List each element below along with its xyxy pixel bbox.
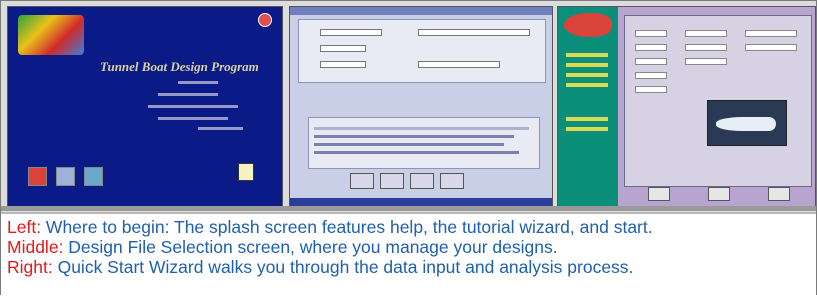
splash-text-line: [148, 105, 238, 108]
sidebar-text-line: [566, 83, 608, 87]
caption-middle: Middle: Design File Selection screen, wh…: [7, 237, 558, 257]
caption-area: Left: Where to begin: The splash screen …: [1, 212, 816, 296]
input-field[interactable]: [635, 72, 667, 79]
wizard-form: [624, 15, 812, 187]
help-button[interactable]: [28, 167, 47, 186]
text-field[interactable]: [320, 61, 366, 68]
input-field[interactable]: [685, 44, 727, 51]
boat-image: [707, 100, 787, 146]
boat-shape: [716, 117, 776, 131]
splash-text-line: [178, 81, 218, 84]
wizard-sidebar: [558, 7, 618, 206]
caption-text: Quick Start Wizard walks you through the…: [52, 257, 634, 277]
input-field[interactable]: [635, 44, 667, 51]
caption-key: Right:: [7, 257, 53, 277]
list-header: [314, 127, 529, 130]
taskbar: [290, 198, 552, 206]
program-logo: [18, 15, 84, 55]
sidebar-text-line: [566, 63, 608, 67]
finish-button[interactable]: [768, 187, 790, 201]
figure-frame: Tunnel Boat Design Program Left: Where t…: [0, 0, 817, 296]
caption-key: Left:: [7, 217, 42, 237]
text-field[interactable]: [320, 45, 366, 52]
caption-separator: [1, 206, 816, 211]
caption-key: Middle:: [7, 237, 64, 257]
toolbar-button[interactable]: [350, 173, 374, 189]
quick-start-wizard-thumbnail[interactable]: [557, 6, 816, 207]
toolbar-button[interactable]: [380, 173, 404, 189]
fish-logo-icon: [564, 13, 612, 37]
input-field[interactable]: [745, 30, 797, 37]
sidebar-text-line: [566, 53, 608, 57]
tutorial-wizard-button[interactable]: [56, 167, 75, 186]
design-file-selection-thumbnail[interactable]: [289, 6, 553, 207]
window-title-bar: [290, 7, 552, 15]
toolbar-button[interactable]: [440, 173, 464, 189]
caption-right: Right: Quick Start Wizard walks you thro…: [7, 257, 633, 277]
back-button[interactable]: [648, 187, 670, 201]
caption-left: Left: Where to begin: The splash screen …: [7, 217, 653, 237]
text-field[interactable]: [418, 61, 500, 68]
caption-text: Where to begin: The splash screen featur…: [41, 217, 653, 237]
toolbar-button[interactable]: [410, 173, 434, 189]
start-button[interactable]: [84, 167, 103, 186]
input-field[interactable]: [635, 58, 667, 65]
list-item[interactable]: [314, 143, 504, 146]
input-field[interactable]: [685, 58, 727, 65]
list-item[interactable]: [314, 151, 519, 154]
splash-screen-thumbnail[interactable]: Tunnel Boat Design Program: [7, 6, 283, 207]
input-field[interactable]: [745, 44, 797, 51]
text-field[interactable]: [418, 29, 530, 36]
splash-text-line: [198, 127, 243, 130]
printer-icon: [238, 163, 254, 181]
input-field[interactable]: [635, 30, 667, 37]
splash-text-line: [158, 93, 218, 96]
sidebar-text-line: [566, 117, 608, 121]
input-field[interactable]: [635, 86, 667, 93]
text-field[interactable]: [320, 29, 382, 36]
next-button[interactable]: [708, 187, 730, 201]
splash-title: Tunnel Boat Design Program: [100, 59, 259, 74]
splash-text-line: [158, 117, 228, 120]
caption-text: Design File Selection screen, where you …: [63, 237, 558, 257]
close-icon: [258, 13, 272, 27]
list-item[interactable]: [314, 135, 514, 138]
input-field[interactable]: [685, 30, 727, 37]
sidebar-text-line: [566, 73, 608, 77]
sidebar-text-line: [566, 127, 608, 131]
